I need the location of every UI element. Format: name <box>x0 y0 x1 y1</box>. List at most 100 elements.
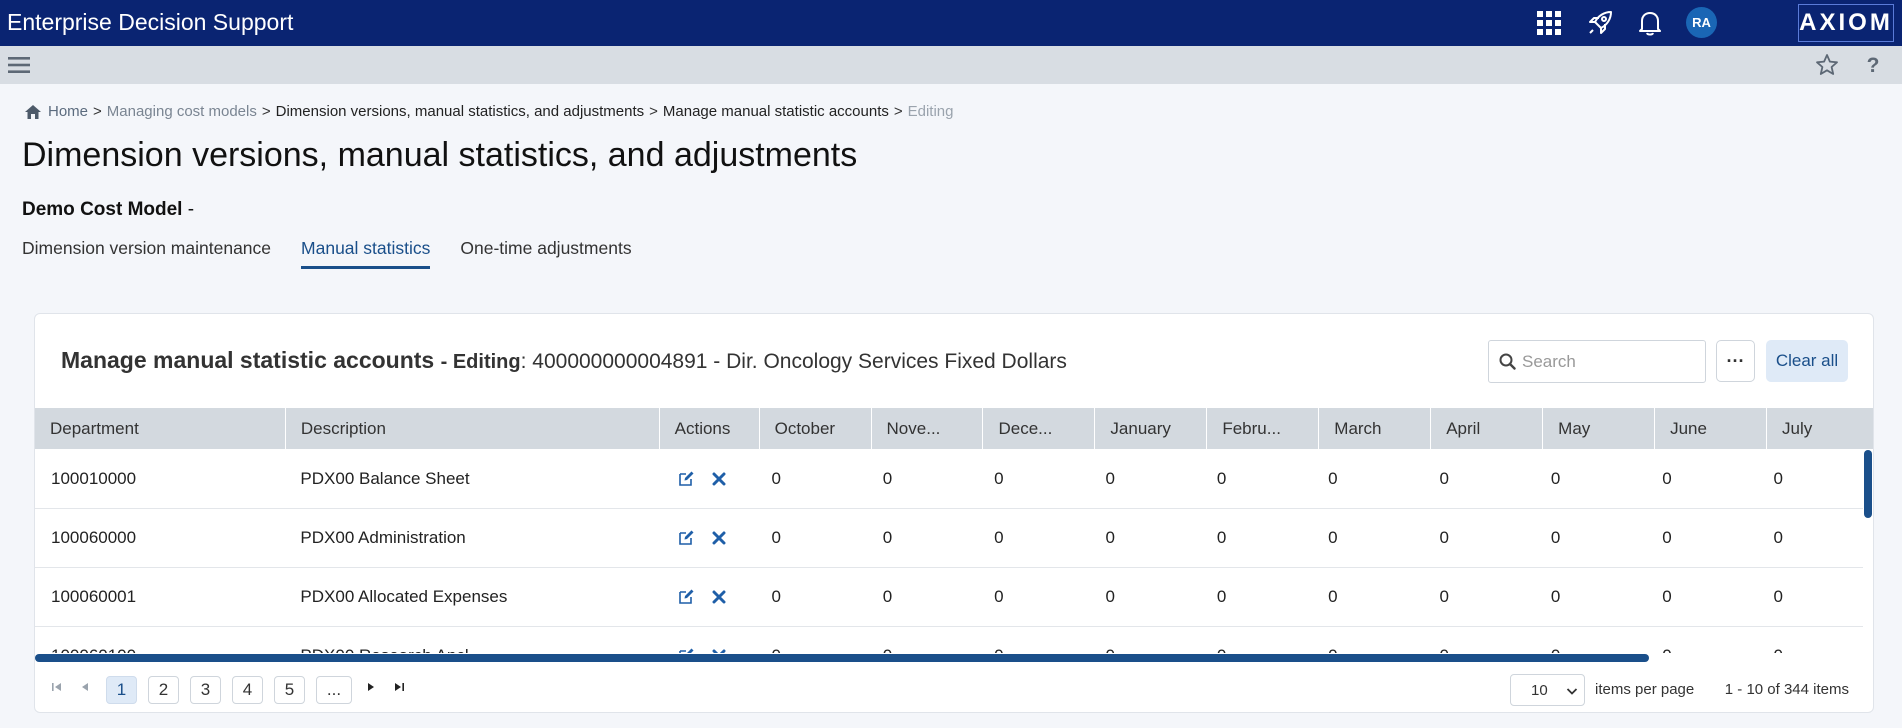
cell-november[interactable]: 0 <box>867 568 978 626</box>
breadcrumb-home[interactable]: Home <box>48 103 88 120</box>
column-header-april[interactable]: April <box>1431 408 1544 449</box>
bell-icon[interactable] <box>1635 8 1665 38</box>
cell-november[interactable]: 0 <box>867 450 978 508</box>
cell-may[interactable]: 0 <box>1535 509 1646 567</box>
delete-icon[interactable] <box>709 646 729 653</box>
more-options-button[interactable]: ··· <box>1716 340 1755 382</box>
edit-icon[interactable] <box>676 646 696 653</box>
last-page-icon[interactable] <box>392 680 406 694</box>
tab-one-time-adjustments[interactable]: One-time adjustments <box>460 238 631 269</box>
rocket-icon[interactable] <box>1585 8 1615 38</box>
page-button-2[interactable]: 2 <box>148 676 179 704</box>
tab-dimension-version-maintenance[interactable]: Dimension version maintenance <box>22 238 271 269</box>
search-input[interactable] <box>1522 351 1692 372</box>
column-header-actions[interactable]: Actions <box>660 408 760 449</box>
page-button-1[interactable]: 1 <box>106 676 137 704</box>
column-header-may[interactable]: May <box>1543 408 1656 449</box>
user-avatar[interactable]: RA <box>1686 7 1717 38</box>
cell-february[interactable]: 0 <box>1201 450 1312 508</box>
breadcrumb-manage-manual-statistic-accounts[interactable]: Manage manual statistic accounts <box>663 103 889 120</box>
table-row[interactable]: 100010000 PDX00 Balance Sheet 0 0 0 0 0 0 0 0 0 0 <box>35 450 1863 509</box>
cell-may[interactable]: 0 <box>1535 450 1646 508</box>
column-header-description[interactable]: Description <box>286 408 660 449</box>
cell-march[interactable]: 0 <box>1312 509 1423 567</box>
cell-october[interactable]: 0 <box>755 509 866 567</box>
cell-november[interactable]: 0 <box>867 509 978 567</box>
cell-december[interactable]: 0 <box>978 568 1089 626</box>
star-icon[interactable] <box>1814 52 1840 78</box>
delete-icon[interactable] <box>709 469 729 489</box>
column-header-march[interactable]: March <box>1319 408 1432 449</box>
cell-january[interactable]: 0 <box>1089 568 1200 626</box>
app-title[interactable]: Enterprise Decision Support <box>7 9 293 36</box>
cell-november[interactable]: 0 <box>867 627 978 653</box>
edit-icon[interactable] <box>676 528 696 548</box>
cell-april[interactable]: 0 <box>1424 509 1535 567</box>
cell-march[interactable]: 0 <box>1312 450 1423 508</box>
next-page-icon[interactable] <box>364 680 378 694</box>
page-button-more[interactable]: ... <box>316 676 352 704</box>
cell-february[interactable]: 0 <box>1201 509 1312 567</box>
clear-all-button[interactable]: Clear all <box>1766 340 1848 382</box>
vertical-scrollbar[interactable] <box>1864 450 1872 518</box>
edit-icon[interactable] <box>676 587 696 607</box>
cell-june[interactable]: 0 <box>1646 509 1757 567</box>
cell-december[interactable]: 0 <box>978 450 1089 508</box>
cell-april[interactable]: 0 <box>1424 450 1535 508</box>
hamburger-menu-icon[interactable] <box>6 52 32 78</box>
cell-june[interactable]: 0 <box>1646 568 1757 626</box>
cell-january[interactable]: 0 <box>1089 627 1200 653</box>
cell-june[interactable]: 0 <box>1646 450 1757 508</box>
column-header-october[interactable]: October <box>760 408 872 449</box>
column-header-department[interactable]: Department <box>35 408 286 449</box>
search-box[interactable] <box>1488 340 1706 383</box>
cell-march[interactable]: 0 <box>1312 627 1423 653</box>
table-row[interactable]: 100060001 PDX00 Allocated Expenses 0 0 0 0 0 0 0… <box>35 568 1863 627</box>
column-header-december[interactable]: Dece... <box>983 408 1096 449</box>
model-name-suffix: - <box>187 199 195 220</box>
axiom-logo[interactable]: AXIOM <box>1798 4 1894 42</box>
delete-icon[interactable] <box>709 587 729 607</box>
page-button-5[interactable]: 5 <box>274 676 305 704</box>
column-header-june[interactable]: June <box>1655 408 1768 449</box>
cell-may[interactable]: 0 <box>1535 627 1646 653</box>
column-header-february[interactable]: Febru... <box>1207 408 1320 449</box>
cell-january[interactable]: 0 <box>1089 450 1200 508</box>
cell-october[interactable]: 0 <box>755 627 866 653</box>
apps-grid-icon[interactable] <box>1534 8 1564 38</box>
cell-july[interactable]: 0 <box>1758 509 1863 567</box>
breadcrumb-managing-cost-models[interactable]: Managing cost models <box>107 103 257 120</box>
help-icon[interactable]: ? <box>1860 52 1886 78</box>
table-row[interactable]: 100060100PDX00 Research Ancl0000000000 <box>35 627 1863 653</box>
column-header-july[interactable]: July <box>1767 408 1873 449</box>
cell-december[interactable]: 0 <box>978 627 1089 653</box>
column-header-november[interactable]: Nove... <box>872 408 984 449</box>
edit-icon[interactable] <box>676 469 696 489</box>
column-header-january[interactable]: January <box>1095 408 1208 449</box>
cell-march[interactable]: 0 <box>1312 568 1423 626</box>
table-row[interactable]: 100060000 PDX00 Administration 0 0 0 0 0 0 0 0 0 0 <box>35 509 1863 568</box>
cell-april[interactable]: 0 <box>1424 568 1535 626</box>
page-button-3[interactable]: 3 <box>190 676 221 704</box>
page-button-4[interactable]: 4 <box>232 676 263 704</box>
cell-october[interactable]: 0 <box>755 568 866 626</box>
tab-manual-statistics[interactable]: Manual statistics <box>301 238 431 269</box>
home-icon[interactable] <box>24 104 42 120</box>
cell-july[interactable]: 0 <box>1758 568 1863 626</box>
cell-june[interactable]: 0 <box>1646 627 1757 653</box>
cell-february[interactable]: 0 <box>1201 568 1312 626</box>
cell-february[interactable]: 0 <box>1201 627 1312 653</box>
cell-october[interactable]: 0 <box>755 450 866 508</box>
cell-july[interactable]: 0 <box>1758 450 1863 508</box>
cell-april[interactable]: 0 <box>1424 627 1535 653</box>
cell-january[interactable]: 0 <box>1089 509 1200 567</box>
delete-icon[interactable] <box>709 528 729 548</box>
cell-december[interactable]: 0 <box>978 509 1089 567</box>
cell-may[interactable]: 0 <box>1535 568 1646 626</box>
horizontal-scrollbar[interactable] <box>35 654 1649 662</box>
breadcrumb-dimension-versions[interactable]: Dimension versions, manual statistics, a… <box>276 103 645 120</box>
first-page-icon[interactable] <box>50 680 64 694</box>
items-per-page-select[interactable]: 10 <box>1510 674 1585 706</box>
previous-page-icon[interactable] <box>78 680 92 694</box>
cell-july[interactable]: 0 <box>1758 627 1863 653</box>
